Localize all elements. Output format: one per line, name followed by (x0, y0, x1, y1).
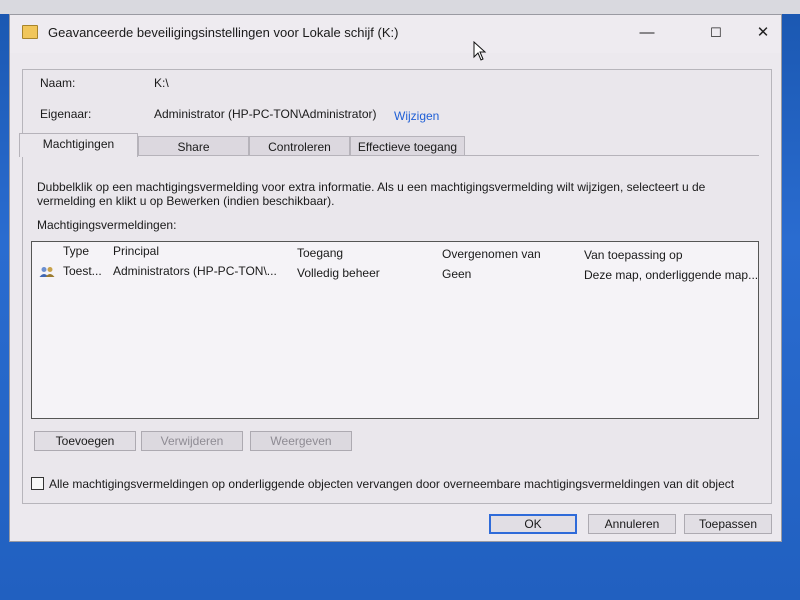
view-button[interactable]: Weergeven (250, 431, 352, 451)
name-label: Naam: (40, 76, 76, 90)
top-background-strip (0, 0, 800, 14)
mouse-pointer-icon (473, 41, 487, 61)
drive-folder-icon (22, 25, 38, 39)
tab-effective-access[interactable]: Effectieve toegang (350, 136, 465, 156)
tab-bar: Machtigingen Share Controleren Effectiev… (19, 133, 465, 157)
info-text-line1: Dubbelklik op een machtigingsvermelding … (37, 180, 706, 194)
info-text-line2: vermelding en klikt u op Bewerken (indie… (37, 194, 335, 208)
close-button[interactable]: ✕ (743, 21, 783, 45)
add-button[interactable]: Toevoegen (34, 431, 136, 451)
ok-button[interactable]: OK (489, 514, 577, 534)
row-access: Volledig beheer (297, 266, 380, 280)
owner-label: Eigenaar: (40, 107, 92, 121)
cancel-button[interactable]: Annuleren (588, 514, 676, 534)
column-header-principal[interactable]: Principal (113, 244, 159, 258)
column-header-applies-to[interactable]: Van toepassing op (584, 248, 683, 262)
row-type: Toest... (63, 264, 102, 278)
tab-permissions[interactable]: Machtigingen (19, 133, 138, 157)
users-icon (39, 267, 55, 277)
remove-button[interactable]: Verwijderen (141, 431, 243, 451)
column-header-access[interactable]: Toegang (297, 246, 343, 260)
permission-entries-table[interactable]: Type Principal Toegang Overgenomen van V… (31, 241, 759, 419)
window-title: Geavanceerde beveiligingsinstellingen vo… (48, 25, 399, 40)
row-applies-to: Deze map, onderliggende map... (584, 268, 759, 282)
minimize-button[interactable]: — (627, 21, 667, 45)
column-header-inherited-from[interactable]: Overgenomen van (442, 247, 541, 261)
name-value: K:\ (154, 76, 169, 90)
replace-permissions-checkbox[interactable] (31, 477, 44, 490)
replace-permissions-label[interactable]: Alle machtigingsvermeldingen op onderlig… (49, 477, 734, 491)
info-text: Dubbelklik op een machtigingsvermelding … (37, 180, 705, 208)
row-inherited-from: Geen (442, 267, 472, 281)
tab-share[interactable]: Share (138, 136, 249, 156)
permission-entries-label: Machtigingsvermeldingen: (37, 218, 177, 232)
owner-value: Administrator (HP-PC-TON\Administrator) (154, 107, 377, 121)
apply-button[interactable]: Toepassen (684, 514, 772, 534)
title-bar: Geavanceerde beveiligingsinstellingen vo… (10, 15, 781, 53)
advanced-security-dialog: Geavanceerde beveiligingsinstellingen vo… (9, 14, 782, 542)
maximize-button[interactable]: ☐ (696, 21, 736, 45)
change-owner-link[interactable]: Wijzigen (394, 109, 439, 123)
tab-auditing[interactable]: Controleren (249, 136, 350, 156)
column-header-type[interactable]: Type (63, 244, 89, 258)
row-principal: Administrators (HP-PC-TON\... (113, 264, 277, 278)
